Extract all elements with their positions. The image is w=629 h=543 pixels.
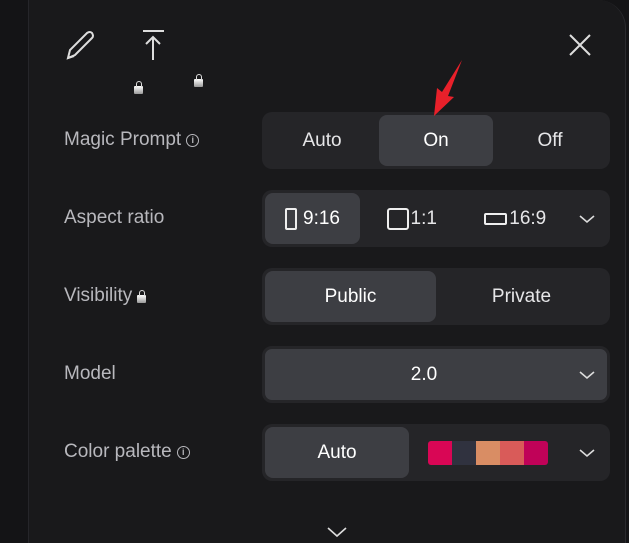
edit-button[interactable]	[66, 30, 144, 94]
palette-swatch	[476, 440, 500, 465]
close-button[interactable]	[568, 33, 592, 62]
close-icon	[569, 34, 591, 56]
magic-prompt-label: Magic Prompt i	[64, 129, 200, 151]
info-icon[interactable]: i	[176, 445, 190, 459]
upload-button[interactable]	[142, 29, 204, 87]
model-dropdown[interactable]: 2.0	[262, 346, 610, 403]
magic-prompt-text: Magic Prompt	[64, 129, 182, 150]
pencil-lock-icon	[66, 31, 94, 60]
chevron-down-icon	[579, 448, 595, 457]
palette-swatch	[500, 440, 524, 465]
model-value: 2.0	[410, 363, 438, 385]
annotation-arrow-icon	[434, 60, 462, 116]
palette-swatch	[452, 440, 476, 465]
visibility-label: Visibility	[64, 285, 147, 307]
color-palette-label: Color palette i	[64, 441, 190, 463]
palette-swatches[interactable]	[409, 427, 567, 478]
chevron-down-icon	[579, 214, 595, 223]
aspect-16-9[interactable]: 16:9	[464, 193, 568, 244]
chevron-down-icon	[327, 527, 347, 538]
magic-prompt-off[interactable]: Off	[493, 115, 607, 166]
aspect-9-16-label: 9:16	[303, 207, 340, 229]
palette-swatch	[428, 440, 452, 465]
aspect-more-button[interactable]	[567, 193, 607, 244]
magic-prompt-selector: Auto On Off	[262, 112, 610, 169]
visibility-public[interactable]: Public	[265, 271, 436, 322]
palette-swatch	[524, 440, 548, 465]
visibility-text: Visibility	[64, 285, 133, 306]
magic-prompt-auto[interactable]: Auto	[265, 115, 379, 166]
color-palette-text: Color palette	[64, 441, 172, 462]
square-icon	[386, 207, 409, 230]
magic-prompt-on[interactable]: On	[379, 115, 493, 166]
visibility-private[interactable]: Private	[436, 271, 607, 322]
upload-icon	[143, 30, 164, 60]
palette-auto[interactable]: Auto	[265, 427, 409, 478]
info-icon[interactable]: i	[186, 133, 200, 147]
lock-icon	[134, 81, 144, 94]
portrait-icon	[285, 207, 297, 230]
palette-more-button[interactable]	[567, 427, 607, 478]
aspect-ratio-selector: 9:16 1:1 16:9	[262, 190, 610, 247]
landscape-icon	[484, 212, 508, 225]
aspect-1-1[interactable]: 1:1	[360, 193, 464, 244]
lock-icon	[137, 290, 147, 303]
color-palette-selector: Auto	[262, 424, 610, 481]
aspect-16-9-label: 16:9	[509, 207, 547, 229]
visibility-selector: Public Private	[262, 268, 610, 325]
aspect-1-1-label: 1:1	[410, 207, 437, 229]
aspect-ratio-label: Aspect ratio	[64, 207, 165, 228]
expand-more-button[interactable]	[327, 525, 347, 543]
aspect-9-16[interactable]: 9:16	[265, 193, 360, 244]
lock-icon	[194, 74, 204, 87]
model-label: Model	[64, 363, 116, 384]
chevron-down-icon	[567, 349, 607, 400]
